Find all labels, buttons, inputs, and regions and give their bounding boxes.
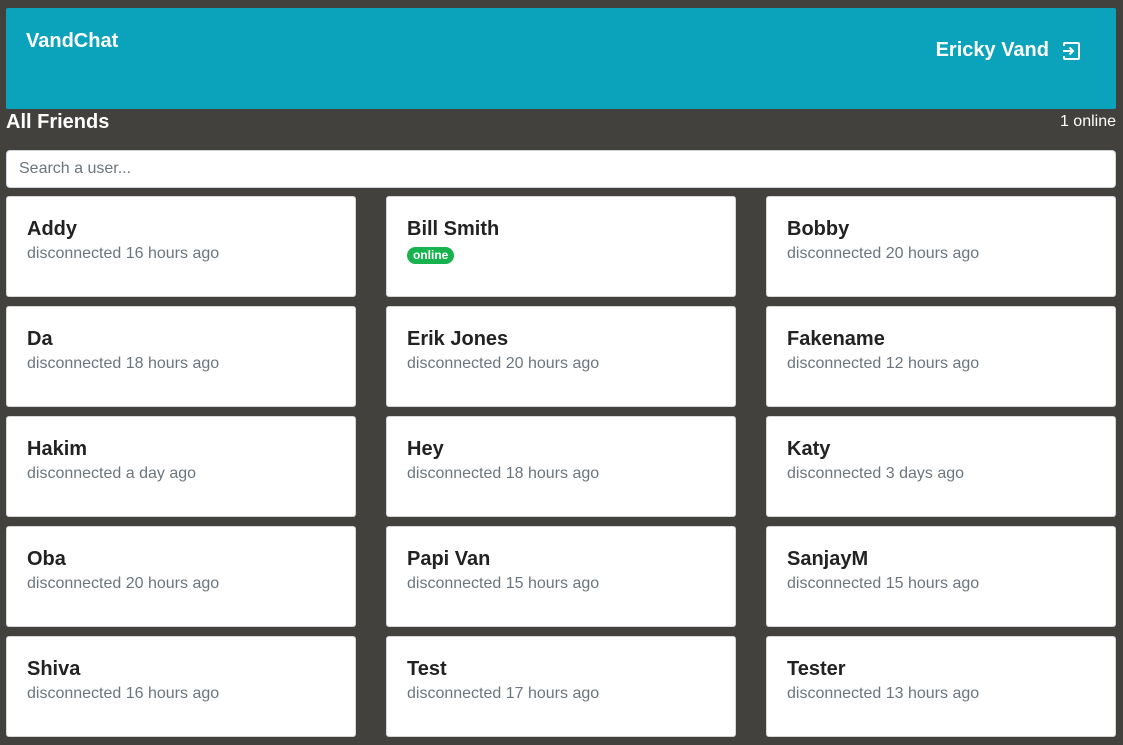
friend-card[interactable]: Bill Smith online: [386, 196, 736, 297]
friend-name: Katy: [787, 438, 831, 460]
friend-card[interactable]: Erik Jones disconnected 20 hours ago: [386, 306, 736, 407]
friend-grid: Addy disconnected 16 hours ago Bill Smith o…: [6, 196, 1116, 737]
app-brand[interactable]: VandChat: [26, 30, 118, 53]
friend-status: disconnected 13 hours ago: [787, 685, 980, 702]
friend-status: disconnected 3 days ago: [787, 465, 965, 482]
online-count: 1 online: [1059, 113, 1116, 130]
online-status-badge: online: [407, 247, 455, 264]
friend-card[interactable]: Hey disconnected 18 hours ago: [386, 416, 736, 517]
friend-status: disconnected 17 hours ago: [407, 685, 600, 702]
friend-status: disconnected 20 hours ago: [407, 355, 600, 372]
friend-card[interactable]: Oba disconnected 20 hours ago: [6, 526, 356, 627]
friend-status: disconnected a day ago: [27, 465, 197, 482]
friend-name: Bill Smith: [407, 218, 500, 240]
friend-card[interactable]: Shiva disconnected 16 hours ago: [6, 636, 356, 737]
friend-card[interactable]: Fakename disconnected 12 hours ago: [766, 306, 1116, 407]
friend-card[interactable]: Test disconnected 17 hours ago: [386, 636, 736, 737]
friend-status: disconnected 15 hours ago: [787, 575, 980, 592]
friend-card[interactable]: Addy disconnected 16 hours ago: [6, 196, 356, 297]
friend-name: Shiva: [27, 658, 81, 680]
friend-status: disconnected 16 hours ago: [27, 245, 220, 262]
section-title: All Friends: [6, 111, 110, 133]
app-header: VandChat Ericky Vand: [6, 8, 1116, 109]
friend-name: Addy: [27, 218, 77, 240]
friend-card[interactable]: Tester disconnected 13 hours ago: [766, 636, 1116, 737]
user-logout-button[interactable]: Ericky Vand: [936, 39, 1082, 62]
friend-card[interactable]: Katy disconnected 3 days ago: [766, 416, 1116, 517]
friend-name: Tester: [787, 658, 846, 680]
friend-card[interactable]: Papi Van disconnected 15 hours ago: [386, 526, 736, 627]
friend-card[interactable]: Da disconnected 18 hours ago: [6, 306, 356, 407]
search-input[interactable]: [6, 150, 1116, 188]
current-user-name[interactable]: Ericky Vand: [936, 39, 1049, 62]
friend-name: Erik Jones: [407, 328, 509, 350]
friend-status: disconnected 18 hours ago: [407, 465, 600, 482]
friend-name: Bobby: [787, 218, 850, 240]
friend-name: Test: [407, 658, 447, 680]
friend-name: Papi Van: [407, 548, 491, 570]
friend-name: Fakename: [787, 328, 885, 350]
friend-status: disconnected 20 hours ago: [787, 245, 980, 262]
friend-status: disconnected 18 hours ago: [27, 355, 220, 372]
friend-card[interactable]: SanjayM disconnected 15 hours ago: [766, 526, 1116, 627]
friend-status: disconnected 20 hours ago: [27, 575, 220, 592]
friend-status: disconnected 12 hours ago: [787, 355, 980, 372]
friend-name: Da: [27, 328, 53, 350]
friend-name: Oba: [27, 548, 66, 570]
friend-status: disconnected 15 hours ago: [407, 575, 600, 592]
friend-name: Hey: [407, 438, 444, 460]
friend-card[interactable]: Hakim disconnected a day ago: [6, 416, 356, 517]
friend-status: disconnected 16 hours ago: [27, 685, 220, 702]
friend-name: Hakim: [27, 438, 88, 460]
friend-card[interactable]: Bobby disconnected 20 hours ago: [766, 196, 1116, 297]
friend-name: SanjayM: [787, 548, 869, 570]
logout-icon[interactable]: [1060, 40, 1082, 62]
